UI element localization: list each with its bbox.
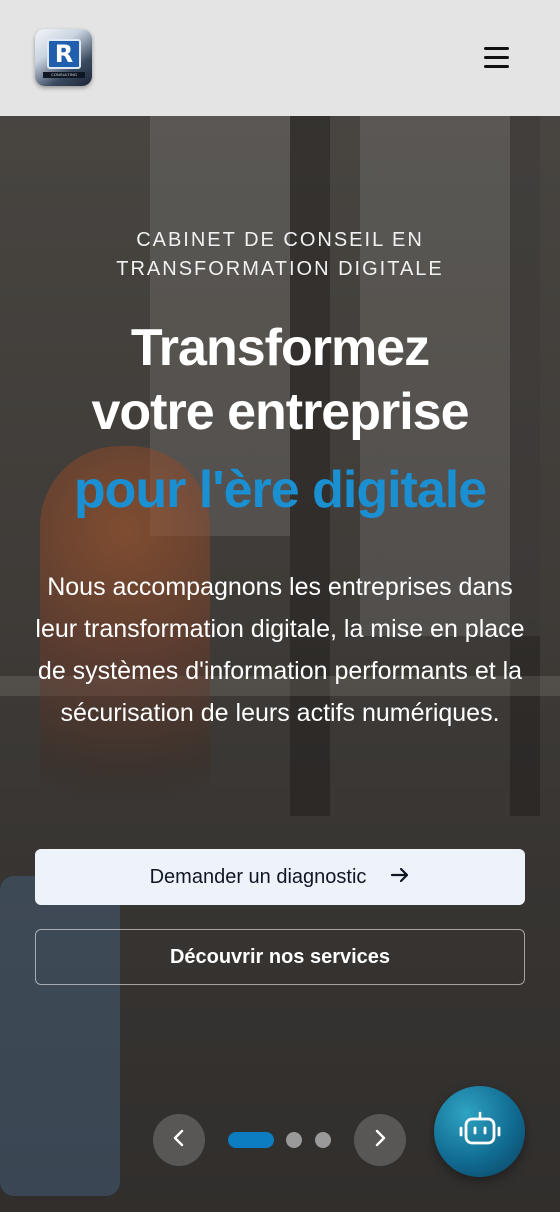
chatbot-button[interactable] [434, 1086, 525, 1177]
site-header: R CONSULTING [0, 0, 560, 116]
hero-description: Nous accompagnons les entreprises dans l… [35, 573, 525, 727]
hero-title-highlight: pour l'ère digitale [73, 461, 487, 519]
discover-services-button[interactable]: Découvrir nos services [35, 929, 525, 985]
hero-title-line-2: votre entreprise [91, 383, 469, 441]
carousel-dot-2[interactable] [286, 1132, 302, 1148]
robot-icon [459, 1111, 501, 1152]
carousel-next-button[interactable] [354, 1114, 406, 1166]
carousel-dot-3[interactable] [315, 1132, 331, 1148]
hero-eyebrow: CABINET DE CONSEIL EN TRANSFORMATION DIG… [116, 229, 444, 280]
logo-mark: R [47, 39, 81, 69]
arrow-right-icon [390, 864, 410, 890]
hamburger-menu-icon[interactable] [480, 44, 512, 70]
logo-caption: CONSULTING [43, 72, 85, 78]
hero-title-line-1: Transformez [130, 319, 430, 377]
request-diagnostic-label: Demander un diagnostic [149, 865, 367, 888]
chevron-left-icon [172, 1128, 186, 1153]
chevron-right-icon [373, 1128, 387, 1153]
logo-letter: R [54, 40, 74, 68]
carousel-dot-1[interactable] [228, 1132, 274, 1148]
background-chair [0, 876, 120, 1196]
carousel-prev-button[interactable] [153, 1114, 205, 1166]
hero-section: CABINET DE CONSEIL EN TRANSFORMATION DIG… [0, 116, 560, 1212]
brand-logo[interactable]: R CONSULTING [35, 29, 92, 86]
request-diagnostic-button[interactable]: Demander un diagnostic [35, 849, 525, 905]
